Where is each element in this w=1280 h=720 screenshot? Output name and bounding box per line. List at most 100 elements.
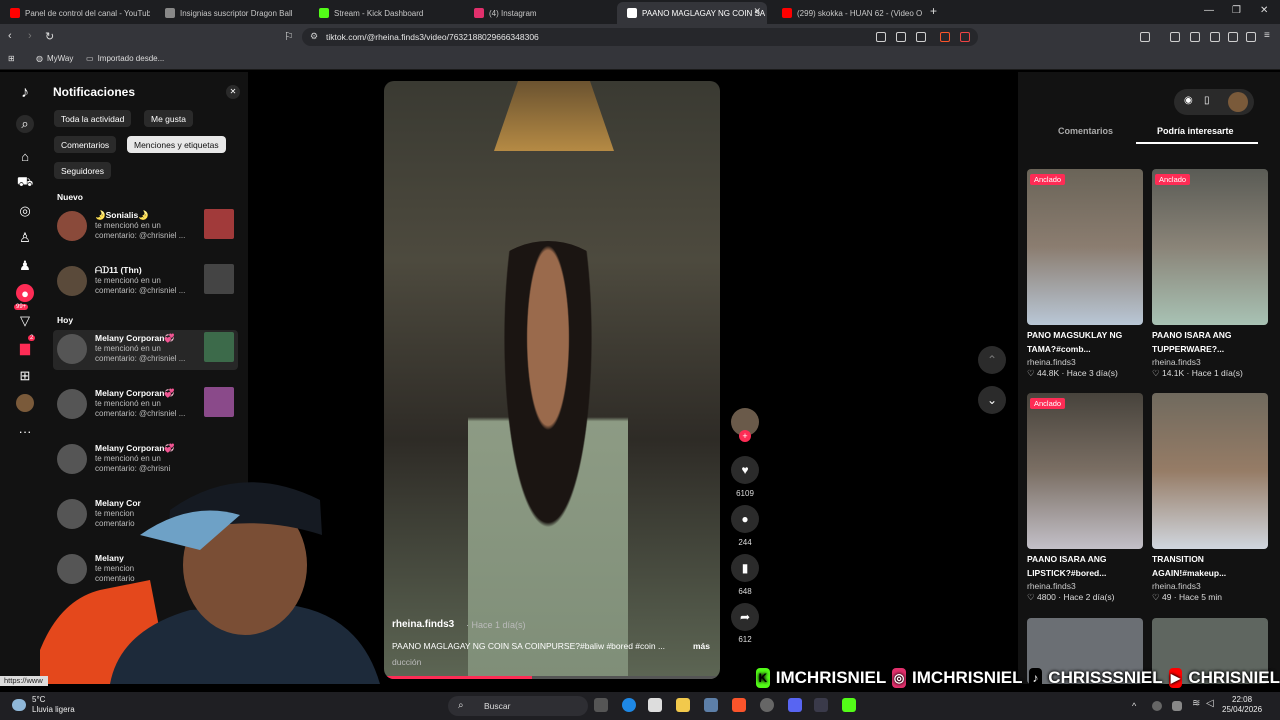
caption-more-button[interactable]: más	[693, 641, 710, 651]
volume-icon[interactable]: ◁	[1206, 698, 1220, 712]
avatar[interactable]	[1228, 92, 1248, 112]
new-tab-button[interactable]: +	[930, 4, 937, 18]
tab-youtube[interactable]: Panel de control del canal - YouTube	[0, 2, 150, 24]
video-card[interactable]: Anclado PANO MAGSUKLAY NG TAMA?#comb... …	[1027, 169, 1143, 379]
tab-you-may-like[interactable]: Podría interesarte	[1157, 126, 1234, 136]
forward-icon[interactable]: ›	[28, 30, 32, 42]
brave-icon[interactable]	[732, 698, 746, 712]
live-icon[interactable]: ●	[16, 284, 34, 302]
like-icon[interactable]: ♥	[731, 456, 759, 484]
task-view-icon[interactable]	[594, 698, 608, 712]
filter-all-activity[interactable]: Toda la actividad	[54, 110, 132, 127]
bookmark-icon[interactable]: ⚐	[284, 30, 294, 43]
next-video-icon[interactable]: ⌄	[978, 386, 1006, 414]
close-window-button[interactable]: ✕	[1260, 5, 1268, 16]
inbox-icon[interactable]: ▽ 99+	[14, 304, 34, 330]
bookmark-myway[interactable]: ◍ MyWay	[36, 54, 73, 63]
search-icon[interactable]: ⌕	[16, 115, 34, 133]
list-item[interactable]: ᗩᗪ11 (Thn) te mencionó en un comentario:…	[53, 262, 238, 302]
wifi-icon[interactable]: ≋	[1192, 698, 1206, 712]
brave-shield-icon[interactable]	[940, 32, 950, 42]
weather-widget[interactable]: 5°C Lluvia ligera	[32, 695, 75, 715]
split-view-icon[interactable]	[1190, 32, 1200, 42]
mic-icon[interactable]	[1172, 701, 1182, 711]
following-icon[interactable]: ♙	[16, 229, 34, 247]
chevron-up-icon[interactable]: ^	[1132, 701, 1142, 711]
apps-icon[interactable]: ⊞	[8, 54, 15, 63]
video-thumbnail[interactable]	[204, 387, 234, 417]
author-avatar[interactable]: +	[731, 408, 759, 442]
filter-mentions[interactable]: Menciones y etiquetas	[127, 136, 226, 153]
video-thumbnail[interactable]	[204, 332, 234, 362]
tab-comments[interactable]: Comentarios	[1058, 126, 1113, 136]
coin-icon[interactable]: ◉	[1184, 95, 1193, 106]
pinned-badge: Anclado	[1030, 398, 1066, 409]
upload-icon[interactable]: ⊞	[16, 367, 34, 385]
discord-icon[interactable]	[788, 698, 802, 712]
wallet-icon[interactable]	[1210, 32, 1220, 42]
back-icon[interactable]: ‹	[8, 30, 12, 42]
video-thumbnail[interactable]	[204, 264, 234, 294]
minecraft-icon[interactable]	[842, 698, 856, 712]
filter-comments[interactable]: Comentarios	[54, 136, 117, 153]
shop-icon[interactable]: ⛟	[16, 174, 34, 192]
filter-likes[interactable]: Me gusta	[144, 110, 193, 127]
video-card[interactable]: Anclado PAANO ISARA ANG LIPSTICK?#bored.…	[1027, 393, 1143, 603]
leo-icon[interactable]	[1228, 32, 1238, 42]
top-actions: ◉ ▯	[1174, 89, 1254, 115]
sidebar-icon[interactable]	[1140, 32, 1150, 42]
video-card[interactable]: TRANSITION AGAIN!#makeup... rheina.finds…	[1152, 393, 1268, 603]
cast-icon[interactable]	[896, 32, 906, 42]
phone-icon[interactable]: ▯	[1204, 95, 1210, 106]
previous-video-icon[interactable]: ⌃	[978, 346, 1006, 374]
section-today: Hoy	[57, 315, 74, 325]
obs-icon[interactable]	[760, 698, 774, 712]
list-item[interactable]: Melany Corporan💞 te mencionó en un comen…	[53, 385, 238, 425]
site-info-icon[interactable]: ⚙	[310, 31, 318, 42]
friends-icon[interactable]: ♟	[16, 257, 34, 275]
more-icon[interactable]: ···	[16, 422, 34, 440]
save-icon[interactable]: ▮	[731, 554, 759, 582]
onedrive-icon[interactable]	[1152, 701, 1162, 711]
explorer-icon[interactable]	[676, 698, 690, 712]
follow-plus-icon[interactable]: +	[739, 430, 751, 442]
maximize-button[interactable]: ❐	[1232, 5, 1241, 16]
taskbar-search[interactable]: ⌕ Buscar	[448, 696, 588, 716]
reload-icon[interactable]: ↻	[45, 30, 54, 43]
filter-followers[interactable]: Seguidores	[54, 162, 112, 179]
share-icon[interactable]: ➦	[731, 603, 759, 631]
tab-youtube-video[interactable]: (299) skokka - HUAN 62 - (Video Ofi	[772, 2, 922, 24]
comment-icon[interactable]: ●	[731, 505, 759, 533]
menu-icon[interactable]: ≡	[1264, 30, 1274, 41]
music-icon[interactable]	[1170, 32, 1180, 42]
brave-rewards-icon[interactable]	[960, 32, 970, 42]
tab-dragonball[interactable]: Insignias suscriptor Dragon Ball	[155, 2, 305, 24]
video-card[interactable]: Anclado PAANO ISARA ANG TUPPERWARE?... r…	[1152, 169, 1268, 379]
tab-kick[interactable]: Stream - Kick Dashboard	[309, 2, 459, 24]
tiktok-logo-icon[interactable]: ♪	[16, 84, 34, 102]
system-clock[interactable]: 22:08 25/04/2026	[1222, 695, 1262, 715]
messages-icon[interactable]: ▆ 2	[16, 335, 36, 357]
extension-icon[interactable]	[876, 32, 886, 42]
weather-icon[interactable]	[12, 699, 26, 711]
home-icon[interactable]: ⌂	[16, 147, 34, 165]
video-thumbnail[interactable]	[204, 209, 234, 239]
explore-icon[interactable]: ◎	[16, 202, 34, 220]
store-icon[interactable]	[648, 698, 662, 712]
list-item[interactable]: 🌛Sonialis🌛 te mencionó en un comentario:…	[53, 207, 238, 247]
profile-avatar[interactable]	[16, 394, 34, 412]
list-item[interactable]: Melany Corporan💞 te mencionó en un comen…	[53, 330, 238, 370]
tab-tiktok-active[interactable]: PAANO MAGLAGAY NG COIN SA ✕	[617, 2, 767, 24]
tab-instagram[interactable]: (4) Instagram	[464, 2, 614, 24]
share-icon[interactable]	[916, 32, 926, 42]
close-tab-icon[interactable]: ✕	[753, 6, 761, 17]
minimize-button[interactable]: —	[1204, 5, 1214, 16]
bookmark-folder[interactable]: ▭ Importado desde...	[86, 54, 164, 63]
vpn-icon[interactable]	[1246, 32, 1256, 42]
globe-icon	[165, 8, 175, 18]
settings-icon[interactable]	[704, 698, 718, 712]
streamlabs-icon[interactable]	[814, 698, 828, 712]
edge-icon[interactable]	[622, 698, 636, 712]
close-icon[interactable]: ✕	[226, 85, 240, 99]
url-text: tiktok.com/@rheina.finds3/video/76321880…	[326, 32, 539, 42]
